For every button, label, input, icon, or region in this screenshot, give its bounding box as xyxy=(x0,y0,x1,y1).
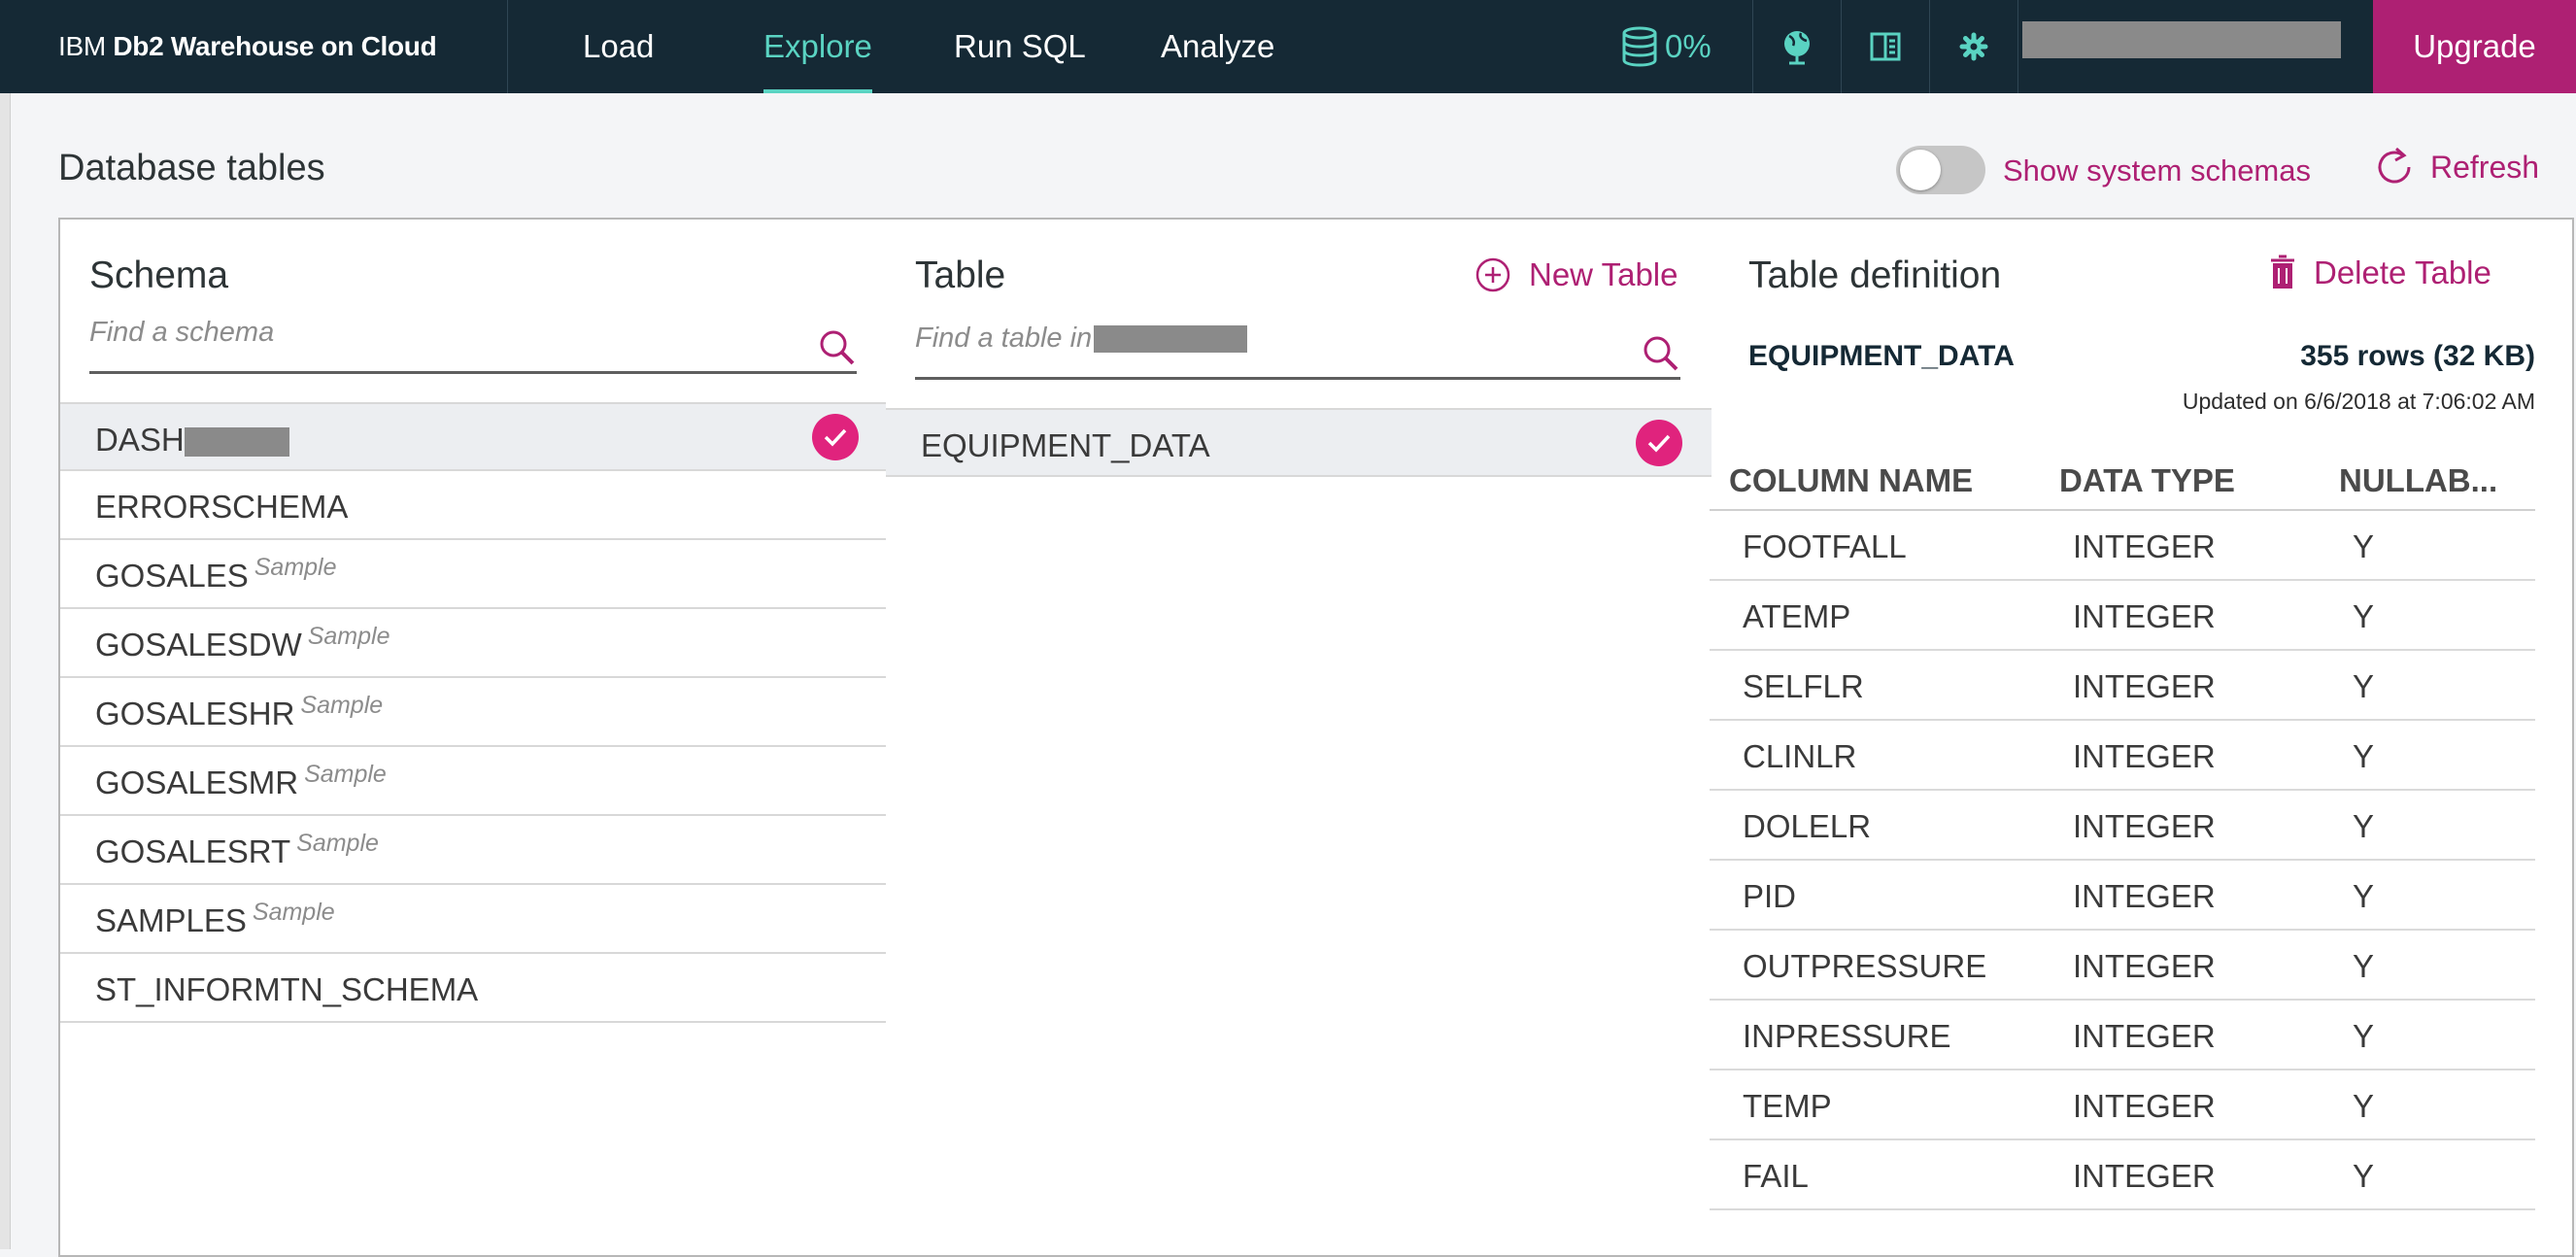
header-column-name[interactable]: COLUMN NAME xyxy=(1729,462,1973,499)
search-icon[interactable] xyxy=(1642,334,1680,373)
add-circle-icon xyxy=(1475,257,1510,292)
storage-usage-value: 0% xyxy=(1665,28,1712,64)
schema-row[interactable]: ERRORSCHEMA xyxy=(60,471,886,540)
sample-tag: Sample xyxy=(304,761,387,788)
table-row-equipment-data[interactable]: EQUIPMENT_DATA xyxy=(886,408,1712,477)
table-row: PID INTEGER Y xyxy=(1710,861,2535,931)
table-row: SELFLR INTEGER Y xyxy=(1710,651,2535,721)
table-name: EQUIPMENT_DATA xyxy=(921,427,1210,463)
nav-load[interactable]: Load xyxy=(583,0,654,93)
table-row: FOOTFALL INTEGER Y xyxy=(1710,511,2535,581)
column-definition-table: COLUMN NAME DATA TYPE NULLAB... FOOTFALL… xyxy=(1710,439,2535,1210)
new-table-button[interactable]: New Table xyxy=(1474,256,1678,293)
table-row: FAIL INTEGER Y xyxy=(1710,1140,2535,1210)
table-row: TEMP INTEGER Y xyxy=(1710,1070,2535,1140)
table-row: DOLELR INTEGER Y xyxy=(1710,791,2535,861)
show-system-schemas-label[interactable]: Show system schemas xyxy=(2003,153,2311,188)
toggle-knob xyxy=(1900,150,1941,190)
sample-tag: Sample xyxy=(307,623,390,650)
sample-tag: Sample xyxy=(300,692,384,719)
refresh-button[interactable]: Refresh xyxy=(2376,146,2539,188)
schema-search-input[interactable]: Find a schema xyxy=(89,317,857,374)
trash-icon xyxy=(2271,255,2294,289)
top-nav-bar: IBM Db2 Warehouse on Cloud Load Explore … xyxy=(0,0,2576,93)
schema-name-redacted xyxy=(1094,325,1248,354)
nav-explore[interactable]: Explore xyxy=(763,0,872,93)
table-search-placeholder: Find a table in xyxy=(915,323,1093,354)
user-name-redacted[interactable] xyxy=(2022,21,2341,58)
column-header-row: COLUMN NAME DATA TYPE NULLAB... xyxy=(1710,439,2535,511)
table-row: OUTPRESSURE INTEGER Y xyxy=(1710,931,2535,1001)
gear-icon[interactable] xyxy=(1930,0,2017,93)
database-icon xyxy=(1622,26,1657,67)
table-row: INPRESSURE INTEGER Y xyxy=(1710,1001,2535,1070)
left-edge-strip xyxy=(0,93,11,1249)
nav-divider xyxy=(507,0,508,93)
schema-row[interactable]: SAMPLES Sample xyxy=(60,885,886,954)
schema-row[interactable]: GOSALESRT Sample xyxy=(60,816,886,885)
page-title: Database tables xyxy=(58,148,325,188)
globe-icon[interactable] xyxy=(1753,0,1841,93)
schema-title: Schema xyxy=(89,255,229,296)
refresh-icon xyxy=(2378,147,2411,184)
check-icon xyxy=(1636,420,1682,466)
schema-list: DASH ERRORSCHEMA GOSALES Sample GOSALESDW… xyxy=(60,402,886,1023)
schema-row[interactable]: GOSALESHR Sample xyxy=(60,678,886,747)
sample-tag: Sample xyxy=(254,554,337,581)
table-row: CLINLR INTEGER Y xyxy=(1710,721,2535,791)
nav-run-sql[interactable]: Run SQL xyxy=(954,0,1086,93)
storage-usage[interactable]: 0% xyxy=(1620,0,1712,93)
sample-tag: Sample xyxy=(296,830,379,857)
show-system-schemas-toggle[interactable] xyxy=(1896,146,1985,194)
header-nullable[interactable]: NULLAB... xyxy=(2339,462,2497,499)
schema-row[interactable]: ST_INFORMTN_SCHEMA xyxy=(60,954,886,1023)
table-search-input[interactable]: Find a table in xyxy=(915,323,1680,380)
schema-name: DASH xyxy=(95,422,185,458)
schema-row[interactable]: GOSALES Sample xyxy=(60,540,886,609)
nav-analyze[interactable]: Analyze xyxy=(1161,0,1274,93)
book-icon[interactable] xyxy=(1842,0,1929,93)
brand-logo[interactable]: IBM Db2 Warehouse on Cloud xyxy=(58,0,437,93)
updated-timestamp: Updated on 6/6/2018 at 7:06:02 AM xyxy=(2182,389,2535,414)
table-list: EQUIPMENT_DATA xyxy=(886,408,1712,477)
schema-search-placeholder: Find a schema xyxy=(89,317,275,348)
nav-divider xyxy=(2017,0,2018,93)
definition-table-name: EQUIPMENT_DATA xyxy=(1748,340,2015,372)
delete-table-button[interactable]: Delete Table xyxy=(2269,255,2491,291)
search-icon[interactable] xyxy=(818,328,857,367)
table-definition-title: Table definition xyxy=(1748,255,2002,296)
schema-name-redacted xyxy=(184,427,289,458)
upgrade-button[interactable]: Upgrade xyxy=(2373,0,2576,93)
database-tables-card: Schema Find a schema DASH ERRORSCHEMA GO… xyxy=(58,218,2574,1257)
schema-row[interactable]: GOSALESDW Sample xyxy=(60,609,886,678)
row-count: 355 rows (32 KB) xyxy=(2300,340,2535,372)
sample-tag: Sample xyxy=(252,899,335,926)
table-row: ATEMP INTEGER Y xyxy=(1710,581,2535,651)
table-title: Table xyxy=(915,255,1006,296)
header-data-type[interactable]: DATA TYPE xyxy=(2059,462,2235,499)
schema-row-dash[interactable]: DASH xyxy=(60,402,886,471)
schema-row[interactable]: GOSALESMR Sample xyxy=(60,747,886,816)
check-icon xyxy=(812,414,859,460)
